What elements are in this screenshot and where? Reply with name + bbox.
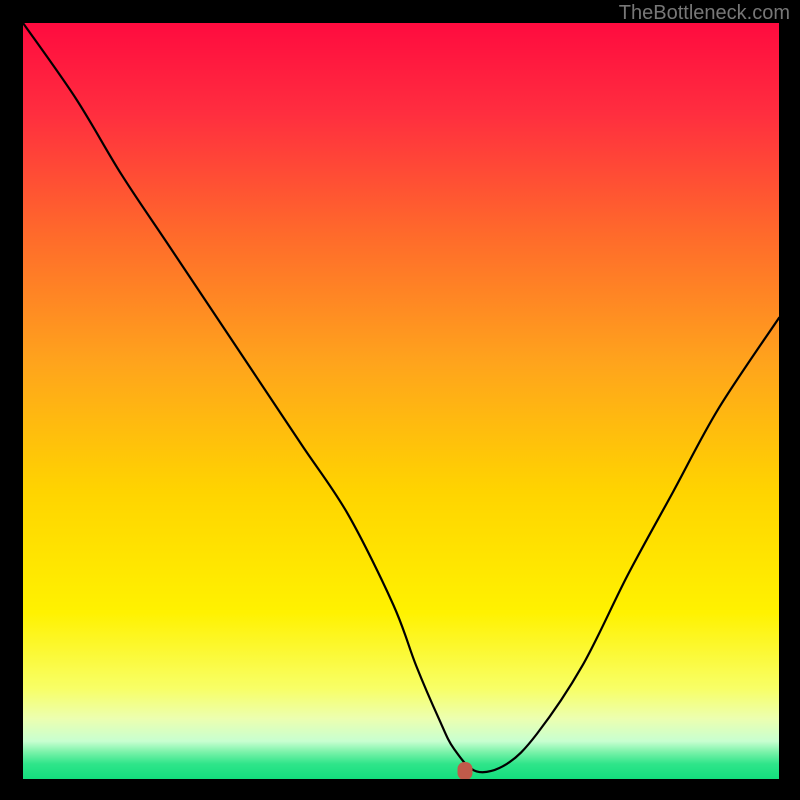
bottleneck-curve: [23, 23, 779, 779]
chart-frame: TheBottleneck.com: [0, 0, 800, 800]
plot-area: [23, 23, 779, 779]
watermark-text: TheBottleneck.com: [619, 2, 790, 25]
current-point-marker: [458, 762, 473, 779]
